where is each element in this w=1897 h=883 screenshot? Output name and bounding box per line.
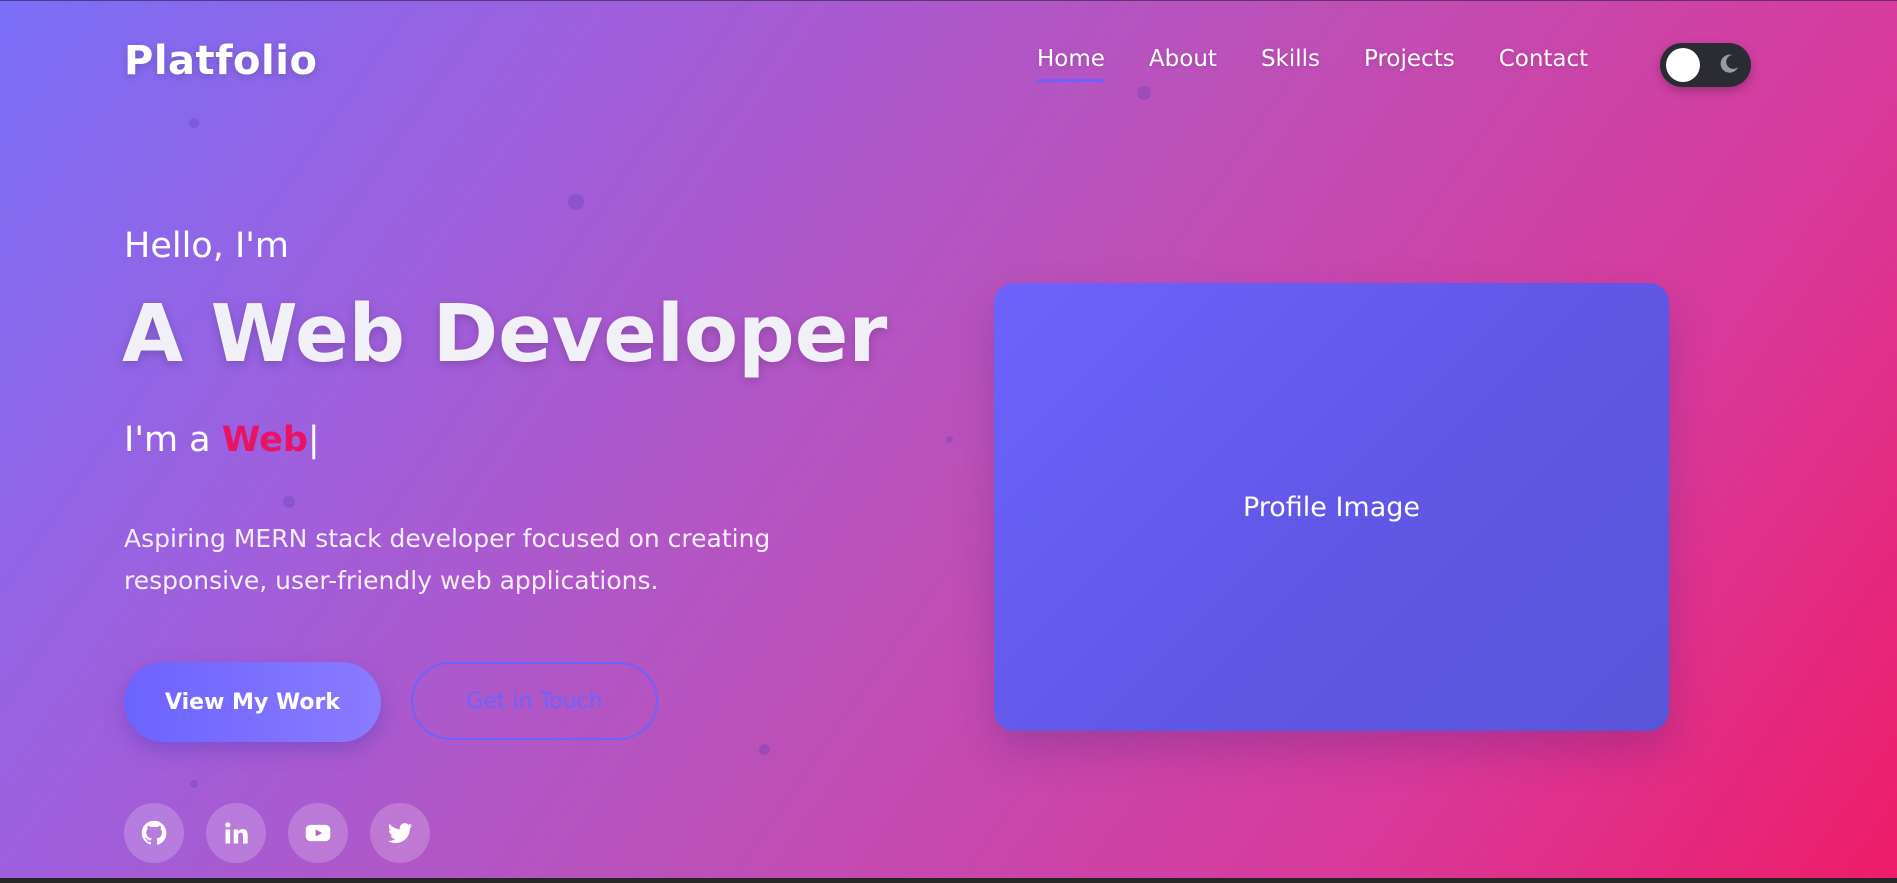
nav-item-skills[interactable]: Skills xyxy=(1261,46,1320,72)
youtube-icon xyxy=(305,824,331,842)
twitter-icon xyxy=(387,823,413,844)
youtube-link[interactable] xyxy=(288,803,348,863)
decorative-dot xyxy=(1137,86,1151,100)
decorative-dot xyxy=(190,780,198,788)
typed-prefix: I'm a xyxy=(124,420,222,460)
linkedin-link[interactable] xyxy=(206,803,266,863)
main-nav: Home About Skills Projects Contact xyxy=(1037,46,1632,82)
decorative-dot xyxy=(189,118,199,128)
top-border xyxy=(0,0,1897,1)
theme-toggle[interactable] xyxy=(1660,43,1751,87)
get-in-touch-button[interactable]: Get in Touch xyxy=(411,662,658,740)
hero-greeting: Hello, I'm xyxy=(124,226,290,266)
decorative-dot xyxy=(759,744,770,755)
decorative-dot xyxy=(946,436,953,443)
typed-word: Web xyxy=(221,420,308,460)
github-link[interactable] xyxy=(124,803,184,863)
linkedin-icon xyxy=(225,822,248,844)
nav-item-contact[interactable]: Contact xyxy=(1499,46,1588,72)
view-my-work-button[interactable]: View My Work xyxy=(124,662,381,742)
nav-item-projects[interactable]: Projects xyxy=(1364,46,1455,72)
page: Platfolio Home About Skills Projects Con… xyxy=(0,0,1897,883)
profile-image-label: Profile Image xyxy=(1242,491,1421,523)
sun-knob-icon xyxy=(1666,48,1700,82)
hero-headline: A Web Developer xyxy=(122,288,888,380)
moon-icon xyxy=(1720,54,1738,73)
nav-item-about[interactable]: About xyxy=(1149,46,1217,72)
twitter-link[interactable] xyxy=(370,803,430,863)
hero-description: Aspiring MERN stack developer focused on… xyxy=(124,524,771,595)
nav-item-home[interactable]: Home xyxy=(1037,46,1105,82)
bottom-bar xyxy=(0,878,1897,883)
site-logo[interactable]: Platfolio xyxy=(124,38,317,84)
typing-cursor: | xyxy=(307,420,320,460)
typed-text-line: I'm a Web| xyxy=(124,420,320,460)
social-links xyxy=(124,803,430,863)
decorative-dot xyxy=(568,194,584,210)
github-icon xyxy=(141,820,167,845)
profile-image-card: Profile Image xyxy=(994,283,1669,731)
decorative-dot xyxy=(283,496,295,508)
